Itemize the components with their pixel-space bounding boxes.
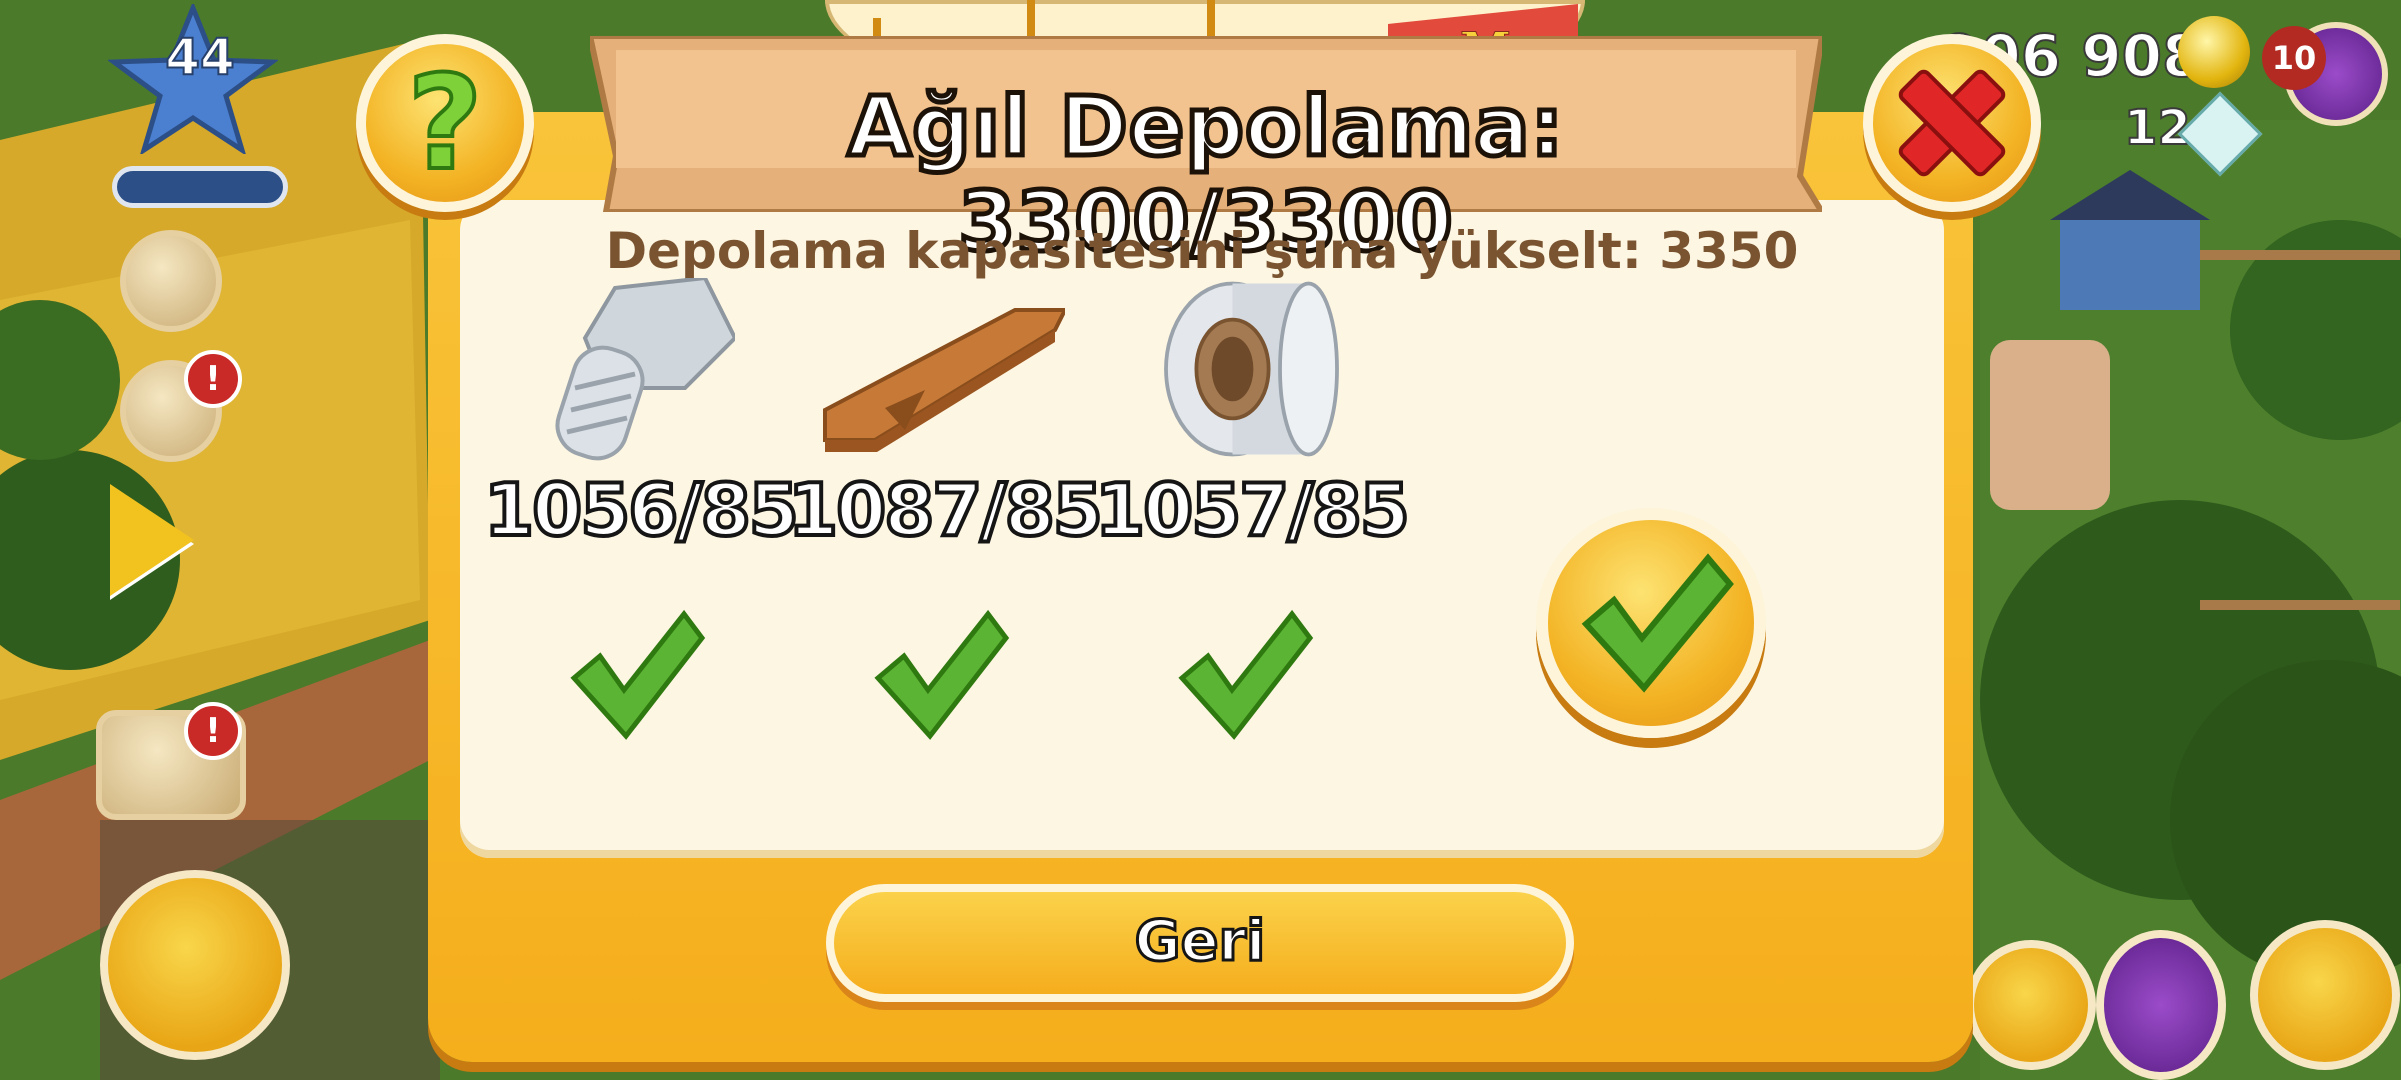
tape-count: 1057/85 bbox=[1093, 466, 1412, 554]
shop-list-button[interactable] bbox=[120, 230, 222, 332]
plank-icon[interactable] bbox=[815, 290, 1065, 480]
duct-tape-icon[interactable] bbox=[1142, 274, 1342, 464]
check-icon bbox=[1581, 553, 1734, 693]
cash-register-button[interactable] bbox=[100, 870, 290, 1060]
mail-alert-badge: ! bbox=[184, 350, 242, 408]
friends-button[interactable] bbox=[2250, 920, 2400, 1070]
coin-icon bbox=[2178, 16, 2250, 88]
back-button[interactable]: Geri bbox=[826, 884, 1574, 1002]
plank-count: 1087/85 bbox=[786, 466, 1105, 554]
bolt-icon[interactable] bbox=[535, 278, 735, 468]
news-star-button[interactable] bbox=[1966, 940, 2096, 1070]
gem-count: 12 bbox=[2123, 99, 2192, 157]
question-mark-icon: ? bbox=[405, 45, 484, 201]
confirm-upgrade-button[interactable] bbox=[1536, 508, 1766, 738]
level-number: 44 bbox=[164, 27, 236, 87]
gift-count-badge: 10 bbox=[2262, 26, 2326, 90]
gauge-tick bbox=[1207, 0, 1215, 40]
chicken-event-button[interactable] bbox=[2096, 930, 2226, 1080]
gauge-tick bbox=[1027, 0, 1035, 40]
check-icon bbox=[570, 609, 706, 740]
check-icon bbox=[1178, 609, 1314, 740]
book-alert-badge: ! bbox=[184, 702, 242, 760]
close-icon bbox=[1898, 69, 2006, 177]
xp-bar bbox=[112, 166, 288, 208]
upgrade-subtitle: Depolama kapasitesini şuna yükselt: 3350 bbox=[605, 222, 1799, 280]
expand-arrow-button[interactable] bbox=[110, 484, 194, 596]
back-button-label: Geri bbox=[1133, 908, 1267, 976]
close-button[interactable] bbox=[1863, 34, 2041, 212]
bolt-count: 1056/85 bbox=[482, 466, 801, 554]
check-icon bbox=[874, 609, 1010, 740]
help-button[interactable]: ? bbox=[356, 34, 534, 212]
